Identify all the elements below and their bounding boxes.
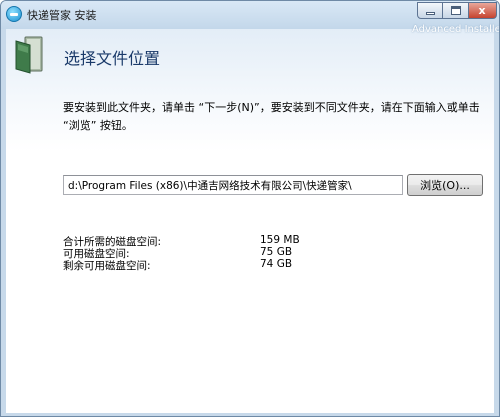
minimize-icon [426,12,435,15]
advanced-installer-watermark: Advanced Installer [412,24,500,35]
folder-icon [15,36,43,74]
available-space-value: 75 GB [260,246,293,258]
close-button[interactable]: x [469,2,497,19]
remaining-space-label: 剩余可用磁盘空间: [63,260,151,272]
instruction-text: 要安装到此文件夹，请单击 “下一步(N)”，要安装到不同文件夹，请在下面输入或单… [63,101,480,132]
install-path-input[interactable] [63,175,403,195]
remaining-space-value: 74 GB [260,258,293,270]
maximize-icon [451,6,461,15]
window-title: 快递管家 安装 [27,9,97,22]
app-icon [6,6,22,22]
browse-button[interactable]: 浏览(O)... [407,174,483,196]
dialog-body: Advanced Installer 选择文件位置 要安装到此文件夹，请单击 “… [6,24,499,413]
page-title: 选择文件位置 [64,49,161,68]
close-icon: x [478,4,486,17]
required-space-value: 159 MB [260,234,300,246]
installer-window: 快递管家 安装 x Advanced Installer 选择文件位置 要安装到… [0,0,500,417]
minimize-button[interactable] [417,2,443,19]
maximize-button[interactable] [443,2,469,19]
